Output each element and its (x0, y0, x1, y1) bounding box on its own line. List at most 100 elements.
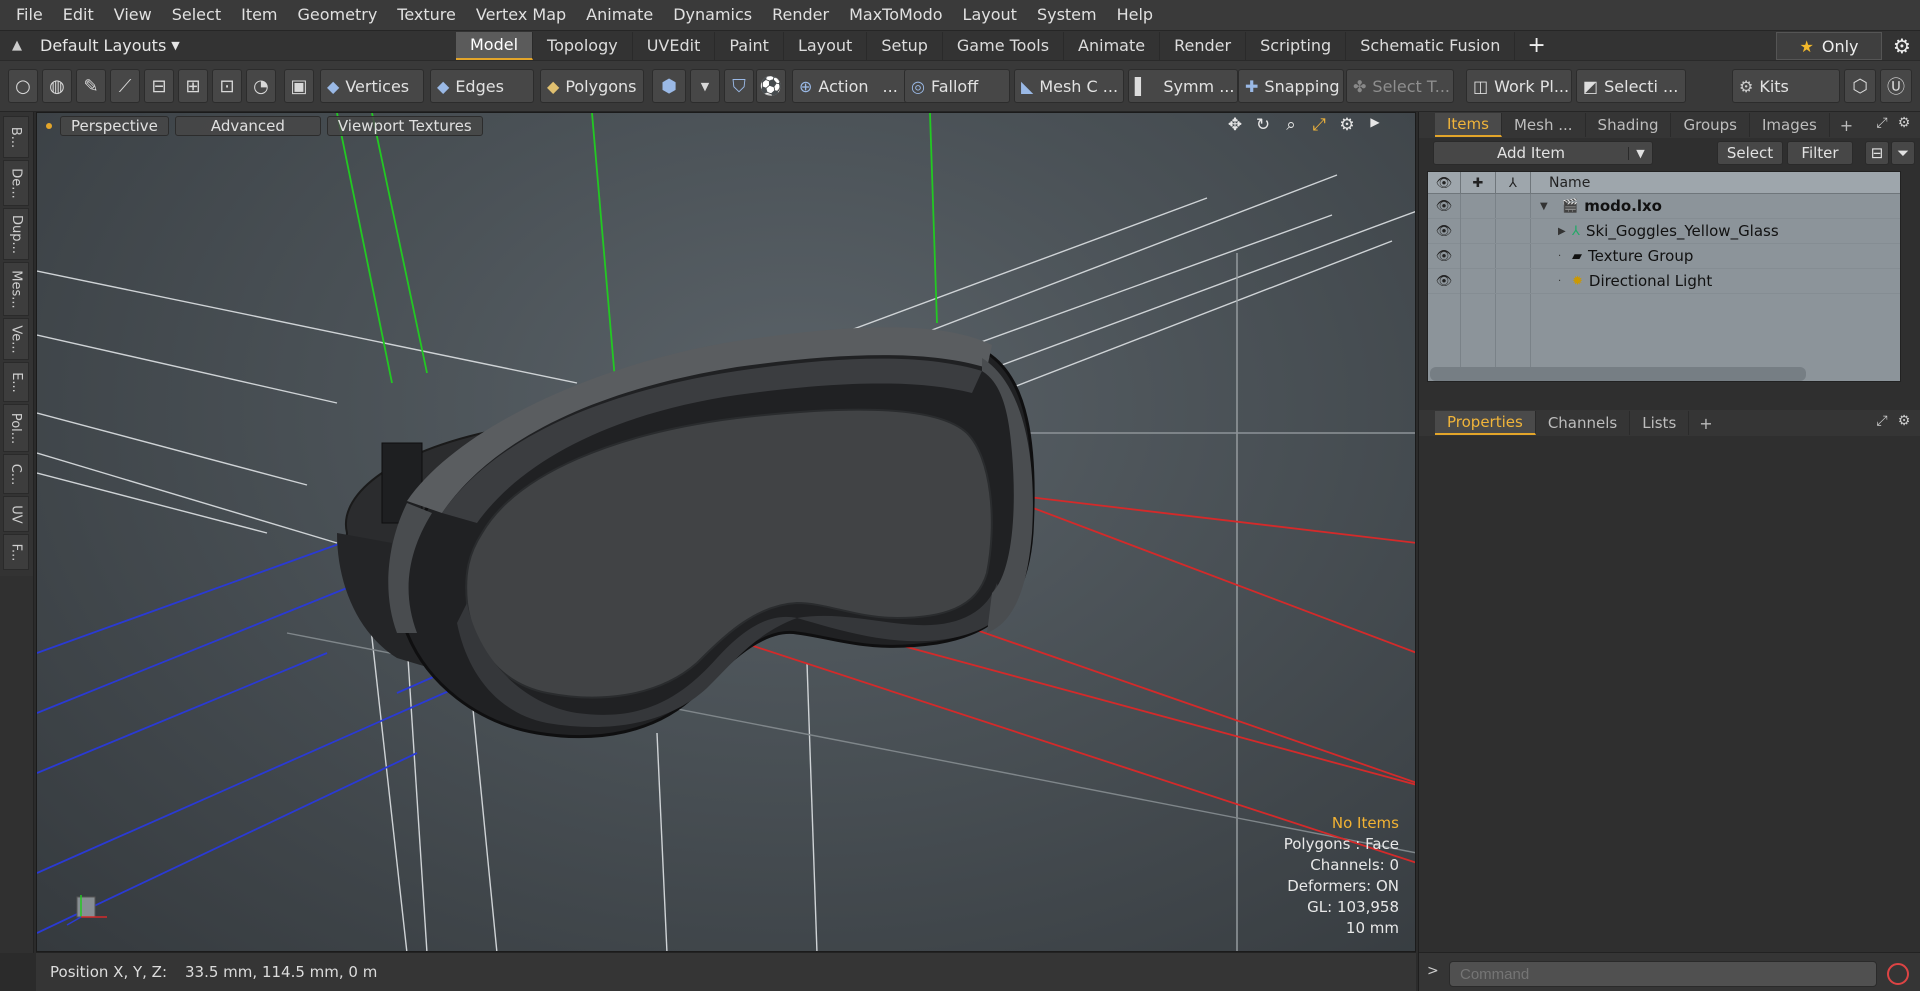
materials-button[interactable]: ⬢ (652, 69, 686, 103)
menu-texture[interactable]: Texture (387, 0, 466, 30)
viewport-expand-icon[interactable]: ▶ (1361, 115, 1389, 135)
select-through-button[interactable]: ✤ Select T... (1346, 69, 1454, 103)
add-item-button[interactable]: Add Item ▼ (1433, 141, 1653, 165)
lock-column-icon[interactable]: ✚ (1461, 172, 1496, 194)
selection-sets-button[interactable]: ◩ Selecti ... (1576, 69, 1686, 103)
eye-icon[interactable]: 👁 (1428, 194, 1461, 219)
props-gear-icon[interactable]: ⚙ (1893, 413, 1915, 429)
tab-game-tools[interactable]: Game Tools (943, 31, 1065, 60)
tab-scripting[interactable]: Scripting (1246, 31, 1347, 60)
vtab-fusion[interactable]: F... (3, 534, 29, 570)
menu-dynamics[interactable]: Dynamics (663, 0, 762, 30)
menu-vertex-map[interactable]: Vertex Map (466, 0, 576, 30)
vtab-deform[interactable]: De... (3, 160, 29, 206)
collapse-arrow-icon[interactable]: ▼ (1540, 194, 1554, 219)
knife-button[interactable]: ⟋ (110, 69, 140, 103)
rotate-button[interactable]: ◔ (246, 69, 276, 103)
polygons-button[interactable]: ◆ Polygons (540, 69, 644, 103)
sphere-button[interactable]: ◍ (42, 69, 72, 103)
menu-layout[interactable]: Layout (953, 0, 1027, 30)
menu-animate[interactable]: Animate (576, 0, 663, 30)
frame-button[interactable]: ⊡ (212, 69, 242, 103)
vtab-vertex[interactable]: Ve... (3, 318, 29, 360)
name-column-header[interactable]: Name (1531, 172, 1891, 194)
viewport-textures-button[interactable]: Viewport Textures (326, 116, 483, 136)
eye-icon[interactable]: 👁 (1428, 269, 1461, 294)
vtab-duplicate[interactable]: Dup... (3, 208, 29, 260)
only-button[interactable]: ★ Only (1776, 32, 1882, 60)
kits-button[interactable]: ⚙ Kits (1732, 69, 1840, 103)
collapse-icon[interactable]: ⊟ (1865, 141, 1889, 165)
item-list[interactable]: 👁 ✚ ⅄ Name 👁 ▼ 🎬 modo.lxo 👁 ▶ ⅄ Ski_Gogg… (1427, 171, 1901, 382)
list-item-texture-group[interactable]: 👁 · ▰ Texture Group (1428, 244, 1900, 269)
menu-help[interactable]: Help (1107, 0, 1163, 30)
item-mode-button[interactable]: ▣ (284, 69, 314, 103)
select-circle-button[interactable]: ○ (8, 69, 38, 103)
tab-groups[interactable]: Groups (1671, 113, 1750, 137)
snapping-button[interactable]: ✚ Snapping (1238, 69, 1344, 103)
tab-model[interactable]: Model (456, 31, 534, 60)
add-tab-icon[interactable]: + (1830, 116, 1863, 135)
orbit-icon[interactable]: ↻ (1249, 115, 1277, 135)
props-expand-icon[interactable]: ⤢ (1871, 413, 1893, 429)
tab-schematic-fusion[interactable]: Schematic Fusion (1346, 31, 1516, 60)
collapse-up-icon[interactable]: ▲ (12, 38, 22, 53)
menu-system[interactable]: System (1027, 0, 1107, 30)
record-icon[interactable] (1887, 963, 1909, 985)
goggles-model[interactable] (337, 327, 1035, 739)
tab-uvedit[interactable]: UVEdit (633, 31, 716, 60)
vtab-edge[interactable]: E... (3, 362, 29, 402)
symmetry-button[interactable]: ▌ Symm ... (1128, 69, 1238, 103)
vtab-mesh-edit[interactable]: Mes... (3, 262, 29, 316)
expand-arrow-icon[interactable]: ▶ (1558, 219, 1572, 244)
add-tab-icon[interactable]: + (1527, 32, 1545, 60)
menu-file[interactable]: File (6, 0, 53, 30)
tab-channels[interactable]: Channels (1536, 411, 1631, 435)
tab-paint[interactable]: Paint (715, 31, 784, 60)
tab-layout[interactable]: Layout (784, 31, 868, 60)
unity-button[interactable]: ⬡ (1844, 69, 1876, 103)
perspective-button[interactable]: Perspective (60, 116, 169, 136)
tab-properties[interactable]: Properties (1435, 411, 1536, 435)
unreal-button[interactable]: Ⓤ (1880, 69, 1912, 103)
3d-viewport[interactable]: Perspective Advanced Viewport Textures ✥… (36, 112, 1416, 952)
list-item-ski-goggles[interactable]: 👁 ▶ ⅄ Ski_Goggles_Yellow_Glass (1428, 219, 1900, 244)
panel-expand-icon[interactable]: ⤢ (1871, 115, 1893, 131)
tab-items[interactable]: Items (1435, 113, 1502, 137)
mesh-constraints-button[interactable]: ◣ Mesh C ... (1014, 69, 1124, 103)
loop-button[interactable]: ⊟ (144, 69, 174, 103)
tab-shading[interactable]: Shading (1586, 113, 1672, 137)
chevron-down-icon[interactable]: ▼ (1628, 146, 1652, 160)
zoom-icon[interactable]: ⌕ (1277, 115, 1305, 135)
select-button[interactable]: Select (1717, 141, 1783, 165)
viewport-gear-icon[interactable]: ⚙ (1333, 115, 1361, 135)
filter-button[interactable]: Filter (1787, 141, 1853, 165)
vertices-button[interactable]: ◆ Vertices (320, 69, 424, 103)
list-item-directional-light[interactable]: 👁 · ✹ Directional Light (1428, 269, 1900, 294)
eye-icon[interactable]: 👁 (1428, 219, 1461, 244)
menu-render[interactable]: Render (762, 0, 839, 30)
type-column-icon[interactable]: ⅄ (1496, 172, 1531, 194)
tab-render[interactable]: Render (1160, 31, 1247, 60)
command-input[interactable] (1449, 961, 1877, 987)
funnel-icon[interactable]: ⏷ (1891, 141, 1915, 165)
tab-topology[interactable]: Topology (533, 31, 633, 60)
pan-icon[interactable]: ✥ (1221, 115, 1249, 135)
viewport-menu-dot[interactable] (46, 123, 52, 129)
eye-icon[interactable]: 👁 (1428, 244, 1461, 269)
horizontal-scrollbar[interactable] (1430, 367, 1806, 381)
falloff-button[interactable]: ◎ Falloff (904, 69, 1010, 103)
vtab-polygon[interactable]: Pol... (3, 404, 29, 452)
vtab-uv[interactable]: UV (3, 496, 29, 532)
menu-select[interactable]: Select (162, 0, 231, 30)
maximize-icon[interactable]: ⤢ (1305, 115, 1333, 135)
menu-edit[interactable]: Edit (53, 0, 104, 30)
add-prop-tab-icon[interactable]: + (1689, 414, 1722, 433)
tab-setup[interactable]: Setup (867, 31, 943, 60)
action-button[interactable]: ⊕ Action... (792, 69, 910, 103)
tab-images[interactable]: Images (1750, 113, 1830, 137)
menu-geometry[interactable]: Geometry (288, 0, 388, 30)
work-plane-button[interactable]: ◫ Work Pl... (1466, 69, 1572, 103)
advanced-button[interactable]: Advanced (174, 116, 321, 136)
edges-button[interactable]: ◆ Edges (430, 69, 534, 103)
